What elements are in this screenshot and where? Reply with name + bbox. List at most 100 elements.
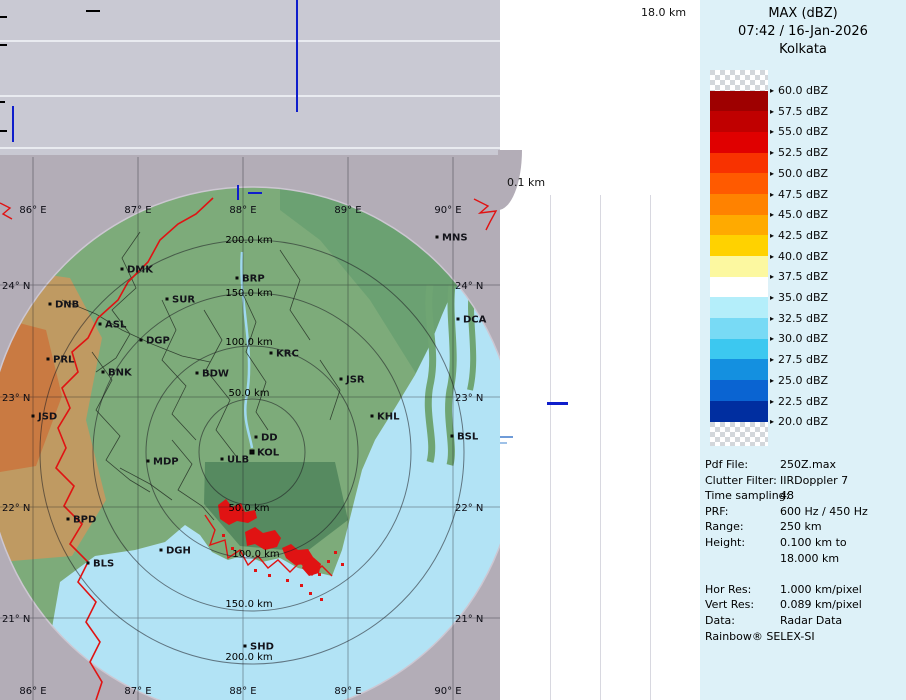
city-label: BDW — [202, 369, 229, 380]
min-height-label: 0.1 km — [507, 176, 545, 189]
scale-label: ▸50.0 dBZ — [770, 166, 828, 180]
axis-tick — [0, 16, 7, 18]
scale-transparent-swatch — [710, 422, 768, 446]
range-ring-label: 200.0 km — [225, 235, 272, 246]
scale-label: ▸57.5 dBZ — [770, 104, 828, 118]
product-timestamp: 07:42 / 16-Jan-2026 — [700, 23, 906, 41]
scale-label: ▸37.5 dBZ — [770, 270, 828, 284]
info-value: 18.000 km — [780, 551, 903, 567]
latitude-label: 23° N — [2, 393, 30, 404]
city-dot — [236, 277, 239, 280]
city-dot — [160, 549, 163, 552]
longitude-label: 86° E — [19, 205, 46, 216]
scale-label: ▸45.0 dBZ — [770, 208, 828, 222]
city-label: JSR — [345, 375, 365, 386]
info-value: 0.089 km/pixel — [780, 597, 903, 613]
info-row: Range:250 km — [705, 519, 903, 535]
tick-arrow-icon: ▸ — [770, 107, 774, 116]
tick-arrow-icon: ▸ — [770, 210, 774, 219]
range-ring-label: 50.0 km — [229, 503, 270, 514]
longitude-label: 88° E — [229, 205, 256, 216]
city-label: DMK — [127, 265, 154, 276]
scale-label-text: 25.0 dBZ — [778, 374, 828, 387]
tick-arrow-icon: ▸ — [770, 334, 774, 343]
city-dot — [270, 352, 273, 355]
city-label: BRP — [242, 274, 265, 285]
city-label: KHL — [377, 412, 400, 423]
scale-label-text: 42.5 dBZ — [778, 229, 828, 242]
range-ring-label: 150.0 km — [225, 288, 272, 299]
scale-swatch — [710, 277, 768, 298]
city-dot — [451, 435, 454, 438]
scale-label: ▸47.5 dBZ — [770, 187, 828, 201]
info-value: 48 — [780, 488, 903, 504]
scale-label: ▸52.5 dBZ — [770, 146, 828, 160]
city-dot — [340, 378, 343, 381]
scale-label-text: 30.0 dBZ — [778, 332, 828, 345]
info-key: Data: — [705, 613, 780, 629]
info-value: 250 km — [780, 519, 903, 535]
latitude-label: 24° N — [2, 281, 30, 292]
range-ring-label: 150.0 km — [225, 599, 272, 610]
tick-arrow-icon: ▸ — [770, 169, 774, 178]
latitude-label: 22° N — [455, 503, 483, 514]
info-value: 600 Hz / 450 Hz — [780, 504, 903, 520]
scale-swatch — [710, 235, 768, 256]
city-dot — [67, 518, 70, 521]
scale-label-text: 40.0 dBZ — [778, 250, 828, 263]
scale-label: ▸32.5 dBZ — [770, 311, 828, 325]
latitude-label: 21° N — [455, 614, 483, 625]
height-gridline — [550, 195, 551, 700]
city-label: MDP — [153, 457, 179, 468]
height-gridline — [600, 195, 601, 700]
scale-swatch — [710, 359, 768, 380]
info-row — [705, 566, 903, 582]
info-row: Hor Res:1.000 km/pixel — [705, 582, 903, 598]
city-label: BNK — [108, 368, 133, 379]
longitude-label: 87° E — [124, 205, 151, 216]
city-dot — [196, 372, 199, 375]
max-height-label: 18.0 km — [641, 6, 686, 19]
scale-label: ▸20.0 dBZ — [770, 415, 828, 429]
axis-tick — [0, 44, 7, 46]
tick-arrow-icon: ▸ — [770, 252, 774, 261]
legend-panel: MAX (dBZ) 07:42 / 16-Jan-2026 Kolkata ▸ 6… — [700, 0, 906, 700]
city-dot — [244, 645, 247, 648]
tick-arrow-icon: ▸ — [770, 397, 774, 406]
city-dot — [99, 323, 102, 326]
info-key: Vert Res: — [705, 597, 780, 613]
product-header: MAX (dBZ) 07:42 / 16-Jan-2026 Kolkata — [700, 5, 906, 59]
axis-tick — [0, 101, 5, 103]
scale-label: ▸42.5 dBZ — [770, 228, 828, 242]
latitude-label: 24° N — [455, 281, 483, 292]
scale-label-text: 20.0 dBZ — [778, 415, 828, 428]
range-ring-label: 200.0 km — [225, 652, 272, 663]
scale-swatch — [710, 339, 768, 360]
city-label: ASL — [105, 320, 127, 331]
city-dot — [371, 415, 374, 418]
info-rows: Pdf File:250Z.maxClutter Filter:IIRDoppl… — [705, 457, 903, 629]
radar-map-panel: 86° E86° E87° E87° E88° E88° E89° E89° E… — [0, 155, 500, 700]
echo-column-indicator — [296, 0, 298, 112]
tick-arrow-icon: ▸ — [770, 127, 774, 136]
info-key: Clutter Filter: — [705, 473, 780, 489]
scale-label-text: 47.5 dBZ — [778, 188, 828, 201]
city-dot — [87, 562, 90, 565]
scale-swatch — [710, 173, 768, 194]
city-dot — [121, 268, 124, 271]
city-dot — [140, 339, 143, 342]
scale-swatch — [710, 194, 768, 215]
city-dot — [147, 460, 150, 463]
city-label: BSL — [457, 432, 479, 443]
scale-label-text: 37.5 dBZ — [778, 270, 828, 283]
city-label: DNB — [55, 300, 79, 311]
latitude-label: 21° N — [2, 614, 30, 625]
brand-footer: Rainbow® SELEX-SI — [705, 629, 903, 645]
city-label: MNS — [442, 233, 468, 244]
scale-label: ▸27.5 dBZ — [770, 353, 828, 367]
longitude-label: 90° E — [434, 686, 461, 697]
city-label: SUR — [172, 295, 195, 306]
tick-arrow-icon: ▸ — [770, 376, 774, 385]
river-delta-bank — [428, 285, 432, 462]
scale-swatch — [710, 380, 768, 401]
